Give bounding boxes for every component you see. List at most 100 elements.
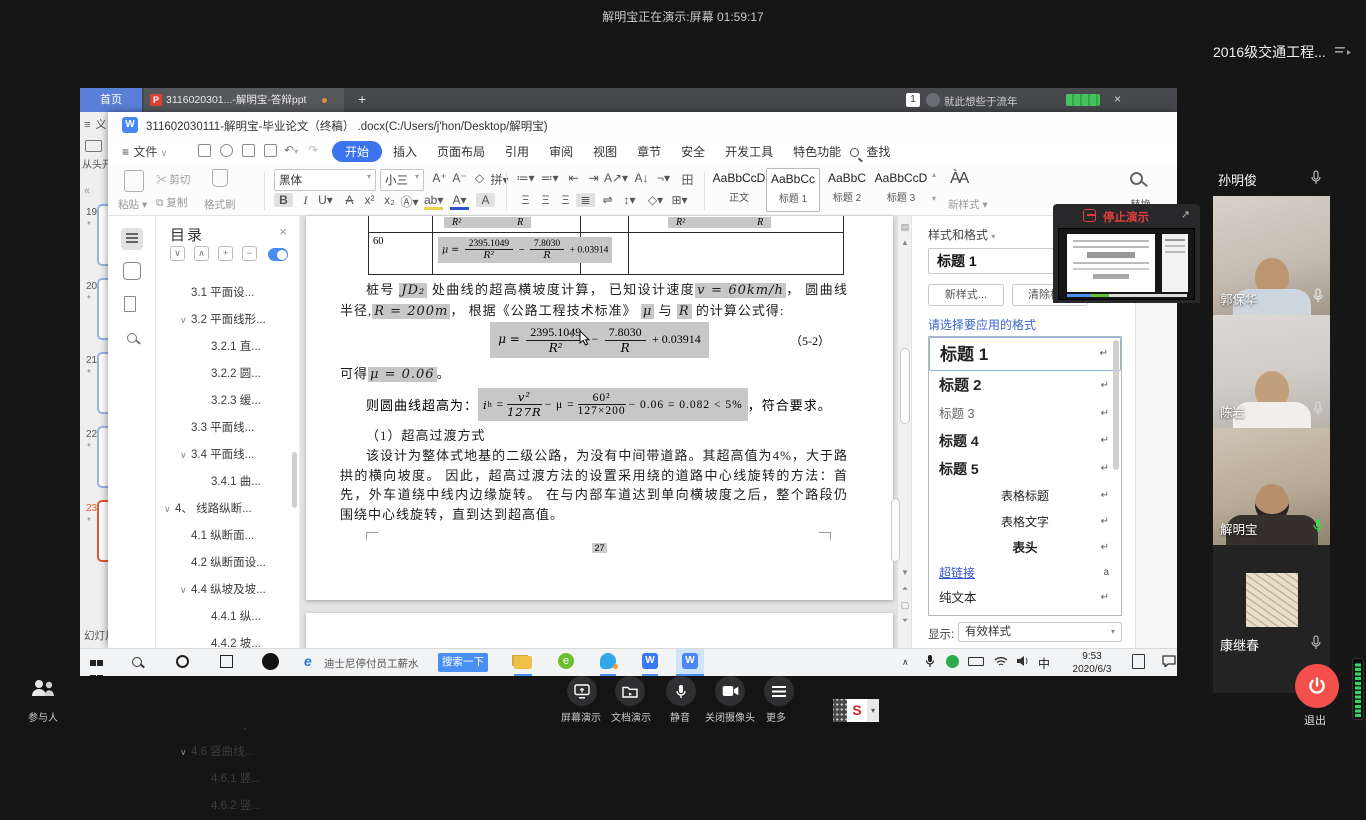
- increase-indent-icon[interactable]: ⇥: [584, 171, 603, 185]
- format-painter-icon[interactable]: [212, 169, 228, 187]
- scroll-up-icon[interactable]: ▲: [898, 238, 912, 247]
- ribbon-tab[interactable]: 页面布局: [428, 141, 494, 162]
- more-button[interactable]: [764, 676, 794, 706]
- subscript-button[interactable]: x₂: [380, 193, 399, 207]
- ribbon-tab[interactable]: 安全: [672, 141, 714, 162]
- justify-icon[interactable]: ≣: [576, 193, 595, 207]
- group-list-icon[interactable]: [1335, 45, 1353, 63]
- align-left-icon[interactable]: Ξ: [516, 193, 535, 207]
- body-paragraph[interactable]: 该设计为整体式地基的二级公路，为没有中间带道路。其超高值为4%，大于路拱的横向坡…: [340, 446, 848, 524]
- toc-auto-toggle[interactable]: [268, 248, 288, 261]
- font-size-select[interactable]: 小三▾: [380, 169, 424, 191]
- align-center-icon[interactable]: Ξ: [536, 193, 555, 207]
- style-gallery-cell[interactable]: AaBbCcD 标题 3: [874, 168, 928, 212]
- more-label[interactable]: 更多: [766, 709, 786, 724]
- undo-icon[interactable]: ↶▾: [284, 143, 298, 157]
- gallery-scroll-up-icon[interactable]: ▴: [932, 170, 936, 179]
- style-gallery-cell[interactable]: AaBbCc 标题 1: [766, 168, 820, 212]
- bullet-list-icon[interactable]: ≔▾: [516, 171, 535, 185]
- browser-360-icon[interactable]: e: [558, 653, 574, 669]
- toc-item[interactable]: 4.2 纵断面设...: [156, 550, 299, 577]
- ribbon-tab[interactable]: 插入: [384, 141, 426, 162]
- tray-360-icon[interactable]: [946, 655, 959, 668]
- participant-video[interactable]: 解明宝: [1213, 428, 1330, 545]
- play-screen-icon[interactable]: [85, 140, 102, 152]
- toc-collapse-icon[interactable]: −: [242, 246, 257, 261]
- shading-icon[interactable]: ◇▾: [646, 193, 665, 207]
- toc-expand-all-icon[interactable]: ∧: [194, 246, 209, 261]
- text-direction-icon[interactable]: A↗▾: [604, 171, 623, 185]
- grow-font-icon[interactable]: A⁺: [430, 171, 449, 185]
- toc-scrollbar[interactable]: [292, 452, 297, 508]
- text-effects-icon[interactable]: Ⓐ▾: [400, 193, 419, 210]
- highlight-color-button[interactable]: ab▾: [424, 193, 443, 210]
- show-marks-icon[interactable]: ¬▾: [654, 171, 673, 185]
- participant-video[interactable]: 郭保华: [1213, 196, 1330, 315]
- mute-button[interactable]: [666, 676, 696, 706]
- save-icon[interactable]: [194, 142, 215, 160]
- scrollbar-thumb[interactable]: [900, 348, 910, 424]
- format-painter-label[interactable]: 格式刷: [204, 197, 236, 212]
- bold-button[interactable]: B: [274, 193, 293, 207]
- style-item[interactable]: 表头 ↵: [929, 535, 1121, 561]
- ribbon-tab[interactable]: 开始: [332, 141, 382, 162]
- tray-mic-icon[interactable]: [925, 654, 935, 671]
- print-preview-icon[interactable]: [260, 142, 281, 160]
- wps-office-icon[interactable]: W: [642, 653, 658, 669]
- toc-close-icon[interactable]: ×: [279, 224, 287, 239]
- prev-page-icon[interactable]: ⏶: [898, 584, 912, 594]
- distribute-text-icon[interactable]: ⇌: [598, 193, 617, 207]
- paste-icon[interactable]: [124, 170, 144, 192]
- document-scrollbar[interactable]: ▤ ▲ ▼ ⏶ ▢ ⏷: [897, 216, 911, 648]
- doc-share-button[interactable]: [615, 676, 645, 706]
- style-item[interactable]: 标题 5 ↵: [929, 455, 1121, 483]
- print-icon[interactable]: [238, 142, 259, 160]
- style-gallery-cell[interactable]: AaBbC 标题 2: [820, 168, 874, 212]
- toc-item[interactable]: ∨4、 线路纵断...: [156, 496, 299, 523]
- avatar[interactable]: [926, 93, 940, 107]
- shrink-font-icon[interactable]: A⁻: [450, 171, 469, 185]
- search-pane-icon[interactable]: [123, 330, 145, 352]
- mute-label[interactable]: 静音: [670, 709, 690, 724]
- document-page-2[interactable]: [306, 613, 893, 648]
- style-item[interactable]: 标题 2 ↵: [929, 371, 1121, 401]
- style-item[interactable]: 表格文字 ↵: [929, 509, 1121, 535]
- scroll-down-icon[interactable]: ▼: [898, 568, 912, 577]
- ribbon-tab[interactable]: 引用: [496, 141, 538, 162]
- cut-button[interactable]: ✂ 剪切: [156, 172, 190, 187]
- toc-expand-icon[interactable]: +: [218, 246, 233, 261]
- borders-icon[interactable]: ⊞▾: [670, 193, 689, 207]
- style-item[interactable]: 纯文本 ↵: [929, 585, 1121, 611]
- cortana-icon[interactable]: [176, 655, 189, 668]
- ribbon-tab[interactable]: 审阅: [540, 141, 582, 162]
- expand-arrow-icon[interactable]: ∨: [180, 577, 191, 604]
- taskbar-search-icon[interactable]: [132, 655, 145, 670]
- pane-collapse-handle[interactable]: [891, 498, 900, 562]
- chat-app-icon[interactable]: [600, 653, 616, 669]
- numbered-list-icon[interactable]: ≕▾: [540, 171, 559, 185]
- stop-share-icon[interactable]: [1083, 209, 1096, 222]
- ribbon-tab[interactable]: 章节: [628, 141, 670, 162]
- attendees-label[interactable]: 参与人: [28, 709, 58, 724]
- toc-item[interactable]: 4.1 纵断面...: [156, 523, 299, 550]
- ribbon-tab[interactable]: 视图: [584, 141, 626, 162]
- align-right-icon[interactable]: Ξ: [556, 193, 575, 207]
- screen-share-label[interactable]: 屏幕演示: [561, 709, 601, 724]
- style-item[interactable]: 标题 3 ↵: [929, 401, 1121, 427]
- toc-item[interactable]: 3.4.1 曲...: [156, 469, 299, 496]
- page-select-icon[interactable]: ▢: [898, 600, 912, 611]
- search-now-button[interactable]: 搜索一下: [438, 653, 488, 672]
- app-icon-dark[interactable]: [262, 653, 279, 670]
- toc-item[interactable]: ∨3.2 平面线形...: [156, 307, 299, 334]
- task-view-icon[interactable]: [220, 655, 233, 668]
- exit-meeting-button[interactable]: [1295, 664, 1339, 708]
- camera-off-label[interactable]: 关闭摄像头: [705, 709, 755, 724]
- redo-icon[interactable]: ↷: [308, 143, 318, 157]
- expand-arrow-icon[interactable]: ∨: [164, 496, 175, 523]
- sticky-notes-icon[interactable]: [1132, 654, 1145, 669]
- clock[interactable]: 9:532020/6/3: [1062, 650, 1122, 676]
- paragraph[interactable]: 可得μ = 0.06。: [340, 364, 848, 385]
- paragraph[interactable]: 桩号 JD₂ 处曲线的超高横坡度计算， 已知设计速度v = 60km/h， 圆曲…: [340, 280, 848, 321]
- toc-item[interactable]: 3.2.2 圆...: [156, 361, 299, 388]
- speaker-icon[interactable]: [1016, 655, 1029, 670]
